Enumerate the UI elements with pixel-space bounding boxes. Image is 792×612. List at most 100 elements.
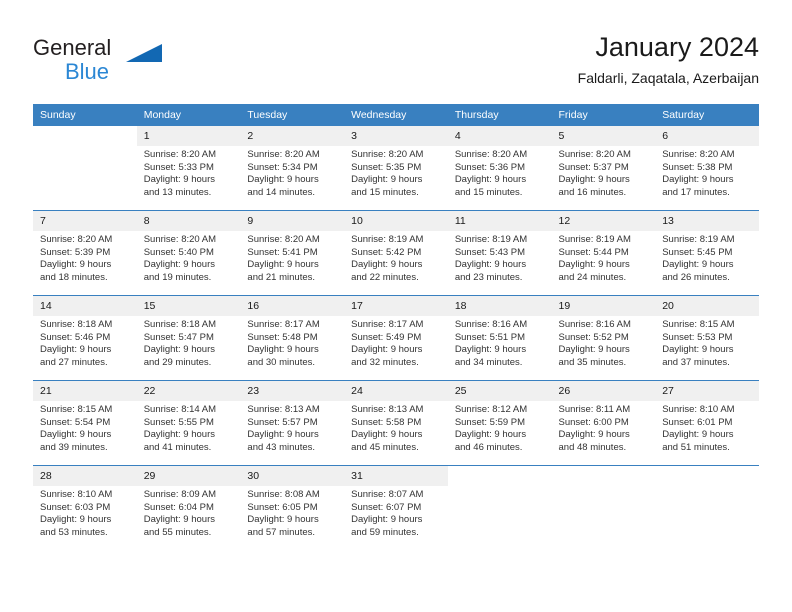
day-number: 14 [33, 296, 137, 316]
calendar-day-cell[interactable]: 9 Sunrise: 8:20 AM Sunset: 5:41 PM Daylight… [240, 210, 345, 296]
daylight-text: Daylight: 9 hours [40, 514, 112, 526]
sunset-text: Sunset: 5:51 PM [454, 331, 526, 343]
calendar-day-cell[interactable]: 13 Sunrise: 8:19 AM Sunset: 5:45 PM Dayligh… [655, 210, 759, 296]
calendar-day-cell[interactable]: 3 Sunrise: 8:20 AM Sunset: 5:35 PM Daylight… [344, 126, 448, 211]
sunset-text: Sunset: 5:37 PM [558, 161, 629, 173]
calendar-day-cell[interactable] [551, 465, 656, 550]
sunrise-text: Sunrise: 8:07 AM [351, 489, 424, 500]
daylight-text: Daylight: 9 hours [143, 514, 215, 526]
daylight-text: and 15 minutes. [454, 186, 523, 198]
day-cell-inner: 25 Sunrise: 8:12 AM Sunset: 5:59 PM Dayligh… [447, 381, 552, 465]
day-details: Sunrise: 8:17 AM Sunset: 5:49 PM Daylight:… [344, 316, 448, 369]
day-details: Sunrise: 8:20 AM Sunset: 5:39 PM Daylight:… [33, 231, 137, 284]
day-cell-inner: 4 Sunrise: 8:20 AM Sunset: 5:36 PM Daylight… [447, 126, 552, 210]
calendar-day-cell[interactable]: 12 Sunrise: 8:19 AM Sunset: 5:44 PM Dayligh… [551, 210, 656, 296]
daylight-text: and 43 minutes. [247, 441, 316, 453]
day-number [33, 126, 137, 146]
calendar-week-row: 1 Sunrise: 8:20 AM Sunset: 5:33 PM Daylight… [33, 126, 759, 211]
sunset-text: Sunset: 5:58 PM [351, 416, 422, 428]
calendar-day-cell[interactable]: 27 Sunrise: 8:10 AM Sunset: 6:01 PM Dayligh… [655, 380, 759, 466]
sunrise-text: Sunrise: 8:08 AM [247, 489, 320, 500]
daylight-text: Daylight: 9 hours [143, 344, 215, 356]
calendar-day-cell[interactable]: 29 Sunrise: 8:09 AM Sunset: 6:04 PM Dayligh… [136, 465, 241, 550]
day-number: 23 [240, 381, 345, 401]
calendar-day-cell[interactable]: 15 Sunrise: 8:18 AM Sunset: 5:47 PM Dayligh… [136, 295, 241, 381]
day-number: 31 [344, 466, 448, 486]
general-blue-logo[interactable]: General Blue [33, 35, 163, 91]
sunset-text: Sunset: 6:01 PM [662, 416, 733, 428]
calendar-day-cell[interactable]: 10 Sunrise: 8:19 AM Sunset: 5:42 PM Dayligh… [344, 210, 448, 296]
day-cell-inner: 3 Sunrise: 8:20 AM Sunset: 5:35 PM Daylight… [344, 126, 448, 210]
daylight-text: and 37 minutes. [662, 356, 730, 368]
calendar-day-cell[interactable]: 16 Sunrise: 8:17 AM Sunset: 5:48 PM Dayligh… [240, 295, 345, 381]
calendar-day-cell[interactable]: 25 Sunrise: 8:12 AM Sunset: 5:59 PM Dayligh… [447, 380, 552, 466]
daylight-text: and 27 minutes. [40, 356, 108, 368]
calendar-day-cell[interactable]: 4 Sunrise: 8:20 AM Sunset: 5:36 PM Daylight… [447, 126, 552, 211]
day-details: Sunrise: 8:19 AM Sunset: 5:45 PM Daylight:… [655, 231, 759, 284]
weekday-header-sunday: Sunday [33, 104, 137, 126]
daylight-text: and 32 minutes. [351, 356, 419, 368]
day-details: Sunrise: 8:15 AM Sunset: 5:53 PM Daylight:… [655, 316, 759, 369]
day-number: 27 [655, 381, 759, 401]
daylight-text: Daylight: 9 hours [351, 259, 423, 271]
day-details: Sunrise: 8:20 AM Sunset: 5:38 PM Daylight:… [655, 146, 759, 199]
daylight-text: Daylight: 9 hours [143, 259, 215, 271]
day-number: 6 [655, 126, 759, 146]
daylight-text: and 18 minutes. [40, 271, 108, 283]
day-details: Sunrise: 8:19 AM Sunset: 5:43 PM Daylight:… [448, 231, 552, 284]
calendar-day-cell[interactable]: 24 Sunrise: 8:13 AM Sunset: 5:58 PM Dayligh… [344, 380, 448, 466]
page-header: General Blue January 2024 Faldarli, Zaqa… [33, 30, 759, 96]
logo-triangle-icon [126, 44, 162, 62]
day-details: Sunrise: 8:12 AM Sunset: 5:59 PM Daylight:… [448, 401, 552, 454]
calendar-day-cell[interactable]: 17 Sunrise: 8:17 AM Sunset: 5:49 PM Dayligh… [344, 295, 448, 381]
sunset-text: Sunset: 5:42 PM [351, 246, 422, 258]
sunrise-text: Sunrise: 8:20 AM [143, 234, 217, 245]
calendar-day-cell[interactable]: 7 Sunrise: 8:20 AM Sunset: 5:39 PM Daylight… [33, 210, 137, 296]
sunset-text: Sunset: 6:03 PM [40, 501, 111, 513]
day-cell-inner: 23 Sunrise: 8:13 AM Sunset: 5:57 PM Dayligh… [240, 381, 345, 465]
calendar-day-cell[interactable] [655, 465, 759, 550]
day-number: 20 [655, 296, 759, 316]
calendar-day-cell[interactable] [33, 126, 137, 211]
calendar-day-cell[interactable]: 23 Sunrise: 8:13 AM Sunset: 5:57 PM Dayligh… [240, 380, 345, 466]
calendar-day-cell[interactable]: 2 Sunrise: 8:20 AM Sunset: 5:34 PM Daylight… [240, 126, 345, 211]
sunset-text: Sunset: 6:07 PM [351, 501, 422, 513]
calendar-day-cell[interactable]: 31 Sunrise: 8:07 AM Sunset: 6:07 PM Dayligh… [344, 465, 448, 550]
daylight-text: Daylight: 9 hours [247, 259, 319, 271]
calendar-day-cell[interactable]: 19 Sunrise: 8:16 AM Sunset: 5:52 PM Dayligh… [551, 295, 656, 381]
sunrise-text: Sunrise: 8:13 AM [247, 404, 320, 415]
calendar-day-cell[interactable]: 26 Sunrise: 8:11 AM Sunset: 6:00 PM Dayligh… [551, 380, 656, 466]
daylight-text: Daylight: 9 hours [351, 344, 423, 356]
day-cell-inner: 5 Sunrise: 8:20 AM Sunset: 5:37 PM Daylight… [551, 126, 656, 210]
calendar-header-row: Sunday Monday Tuesday Wednesday Thursday… [33, 104, 759, 126]
day-cell-inner: 12 Sunrise: 8:19 AM Sunset: 5:44 PM Dayligh… [551, 211, 656, 295]
sunrise-text: Sunrise: 8:20 AM [351, 149, 424, 160]
calendar-day-cell[interactable]: 18 Sunrise: 8:16 AM Sunset: 5:51 PM Dayligh… [447, 295, 552, 381]
calendar-day-cell[interactable]: 14 Sunrise: 8:18 AM Sunset: 5:46 PM Dayligh… [33, 295, 137, 381]
calendar-day-cell[interactable] [447, 465, 552, 550]
daylight-text: Daylight: 9 hours [40, 429, 112, 441]
day-number: 13 [655, 211, 759, 231]
daylight-text: and 13 minutes. [143, 186, 212, 198]
calendar-day-cell[interactable]: 6 Sunrise: 8:20 AM Sunset: 5:38 PM Daylight… [655, 126, 759, 211]
calendar-day-cell[interactable]: 1 Sunrise: 8:20 AM Sunset: 5:33 PM Daylight… [136, 126, 241, 211]
day-cell-inner: 14 Sunrise: 8:18 AM Sunset: 5:46 PM Dayligh… [33, 296, 137, 380]
calendar-day-cell[interactable]: 28 Sunrise: 8:10 AM Sunset: 6:03 PM Dayligh… [33, 465, 137, 550]
sunset-text: Sunset: 5:59 PM [454, 416, 526, 428]
day-cell-inner [33, 126, 137, 210]
day-number: 30 [240, 466, 345, 486]
daylight-text: and 16 minutes. [558, 186, 627, 198]
daylight-text: and 23 minutes. [454, 271, 523, 283]
calendar-day-cell[interactable]: 8 Sunrise: 8:20 AM Sunset: 5:40 PM Daylight… [136, 210, 241, 296]
day-number: 12 [551, 211, 656, 231]
calendar-day-cell[interactable]: 30 Sunrise: 8:08 AM Sunset: 6:05 PM Dayligh… [240, 465, 345, 550]
calendar-day-cell[interactable]: 20 Sunrise: 8:15 AM Sunset: 5:53 PM Dayligh… [655, 295, 759, 381]
daylight-text: and 41 minutes. [143, 441, 212, 453]
sunset-text: Sunset: 5:38 PM [662, 161, 733, 173]
calendar-day-cell[interactable]: 21 Sunrise: 8:15 AM Sunset: 5:54 PM Dayligh… [33, 380, 137, 466]
calendar-day-cell[interactable]: 5 Sunrise: 8:20 AM Sunset: 5:37 PM Daylight… [551, 126, 656, 211]
calendar-day-cell[interactable]: 22 Sunrise: 8:14 AM Sunset: 5:55 PM Dayligh… [136, 380, 241, 466]
day-number: 1 [136, 126, 241, 146]
calendar-day-cell[interactable]: 11 Sunrise: 8:19 AM Sunset: 5:43 PM Dayligh… [447, 210, 552, 296]
day-number: 10 [344, 211, 448, 231]
